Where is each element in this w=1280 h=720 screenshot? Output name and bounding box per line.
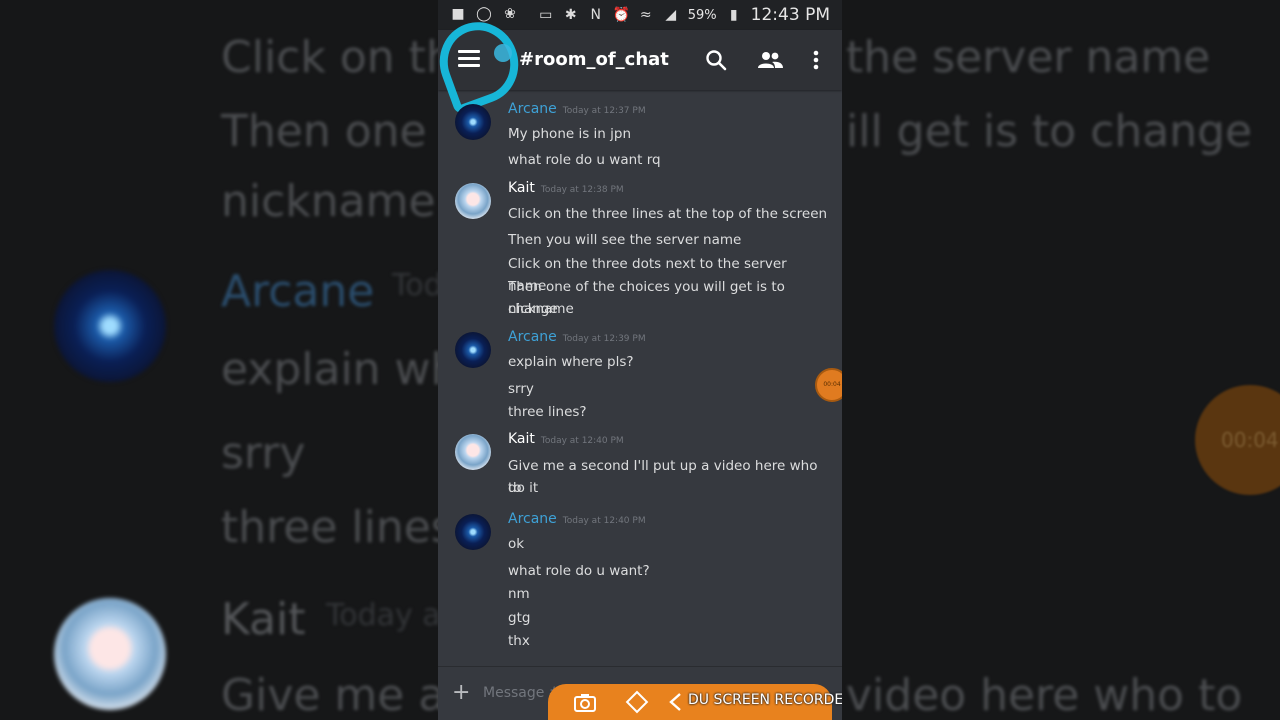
battery-icon: ▮ xyxy=(729,7,738,23)
message-text: nm xyxy=(508,586,530,602)
message-text: ok xyxy=(508,536,525,552)
battery-percent: 59% xyxy=(687,7,717,23)
bg-text: Kait xyxy=(221,594,306,645)
message-text: what role do u want rq xyxy=(508,152,661,168)
author-name[interactable]: Kait Today at 12:40 PM xyxy=(508,431,624,447)
bg-text: Tod xyxy=(392,268,443,303)
bg-text: the server name xyxy=(846,32,1211,83)
message-text: Click on the three lines at the top of t… xyxy=(508,206,828,222)
message-text: explain where pls? xyxy=(508,354,634,370)
bg-recorder-timer: 00:04 xyxy=(1195,385,1280,495)
author-label: Arcane xyxy=(508,329,557,345)
author-name[interactable]: Arcane Today at 12:39 PM xyxy=(508,329,646,345)
message-text: gtg xyxy=(508,610,531,626)
eraser-icon[interactable] xyxy=(625,690,649,714)
touch-indicator xyxy=(494,44,512,62)
timestamp: Today at 12:40 PM xyxy=(540,436,624,446)
message-text: what role do u want? xyxy=(508,563,650,579)
bug-icon: ❀ xyxy=(504,6,516,22)
bg-avatar xyxy=(54,598,166,710)
wifi-icon: ≈ xyxy=(639,7,652,23)
bg-text: video here who to xyxy=(846,670,1243,720)
channel-header: #room_of_chat xyxy=(438,11,842,115)
author-name[interactable]: Arcane Today at 12:37 PM xyxy=(508,101,646,117)
message-text: srry xyxy=(508,381,534,397)
back-arrow-icon[interactable] xyxy=(666,690,686,714)
members-icon[interactable] xyxy=(756,48,784,72)
nfc-icon: N xyxy=(590,7,601,23)
plus-icon[interactable]: + xyxy=(452,680,470,705)
camera-icon[interactable] xyxy=(573,690,597,714)
channel-title: #room_of_chat xyxy=(519,49,669,70)
author-label: Arcane xyxy=(508,101,557,117)
author-label: Kait xyxy=(508,431,535,447)
message-text: My phone is in jpn xyxy=(508,126,632,142)
message-text: thx xyxy=(508,633,530,649)
bg-text: Then one o xyxy=(221,106,468,157)
bg-text: Today a xyxy=(326,598,441,633)
recorder-timer-bubble[interactable]: 00:04 xyxy=(815,368,842,402)
avatar[interactable] xyxy=(455,183,491,219)
timestamp: Today at 12:39 PM xyxy=(562,334,646,344)
alarm-icon: ⏰ xyxy=(612,7,631,23)
bg-text: nickname xyxy=(221,176,436,227)
search-icon[interactable] xyxy=(704,48,728,72)
bg-text: explain wh xyxy=(221,344,459,395)
screen-recorder-toolbar: DU SCREEN RECORDER xyxy=(548,684,842,720)
video-camera-icon: ■ xyxy=(451,6,465,22)
timestamp: Today at 12:37 PM xyxy=(562,106,646,116)
author-name[interactable]: Kait Today at 12:38 PM xyxy=(508,180,624,196)
message-text: nickname xyxy=(508,301,574,317)
clock: 12:43 PM xyxy=(750,5,830,25)
app-notification-icon: ◯ xyxy=(476,6,492,22)
avatar[interactable] xyxy=(455,434,491,470)
author-label: Arcane xyxy=(508,511,557,527)
bluetooth-icon: ✱ xyxy=(564,7,577,23)
phone-screen: ■ ◯ ❀ ▭ ✱ N ⏰ ≈ ◢ 59% ▮ 12:43 PM #room_o… xyxy=(438,0,842,720)
bg-text: three lines xyxy=(221,502,454,553)
cast-icon: ▭ xyxy=(539,7,553,23)
menu-icon[interactable] xyxy=(458,50,480,68)
author-name[interactable]: Arcane Today at 12:40 PM xyxy=(508,511,646,527)
message-text: Then you will see the server name xyxy=(508,232,742,248)
timestamp: Today at 12:38 PM xyxy=(540,185,624,195)
bg-text: Arcane xyxy=(221,266,375,317)
bg-text: ill get is to change xyxy=(846,106,1253,157)
bg-text: srry xyxy=(221,428,306,479)
avatar[interactable] xyxy=(455,104,491,140)
recorder-label: DU SCREEN RECORDER xyxy=(688,692,842,708)
more-options-icon[interactable] xyxy=(806,48,826,72)
bg-text: Click on th xyxy=(221,32,454,83)
message-text: three lines? xyxy=(508,404,587,420)
avatar[interactable] xyxy=(455,514,491,550)
avatar[interactable] xyxy=(455,332,491,368)
message-list: Arcane Today at 12:37 PM My phone is in j… xyxy=(438,92,842,662)
message-text: do it xyxy=(508,480,539,496)
signal-icon: ◢ xyxy=(665,7,677,23)
author-label: Kait xyxy=(508,180,535,196)
status-bar: ■ ◯ ❀ ▭ ✱ N ⏰ ≈ ◢ 59% ▮ 12:43 PM xyxy=(438,0,842,30)
timestamp: Today at 12:40 PM xyxy=(562,516,646,526)
bg-avatar xyxy=(54,270,166,382)
